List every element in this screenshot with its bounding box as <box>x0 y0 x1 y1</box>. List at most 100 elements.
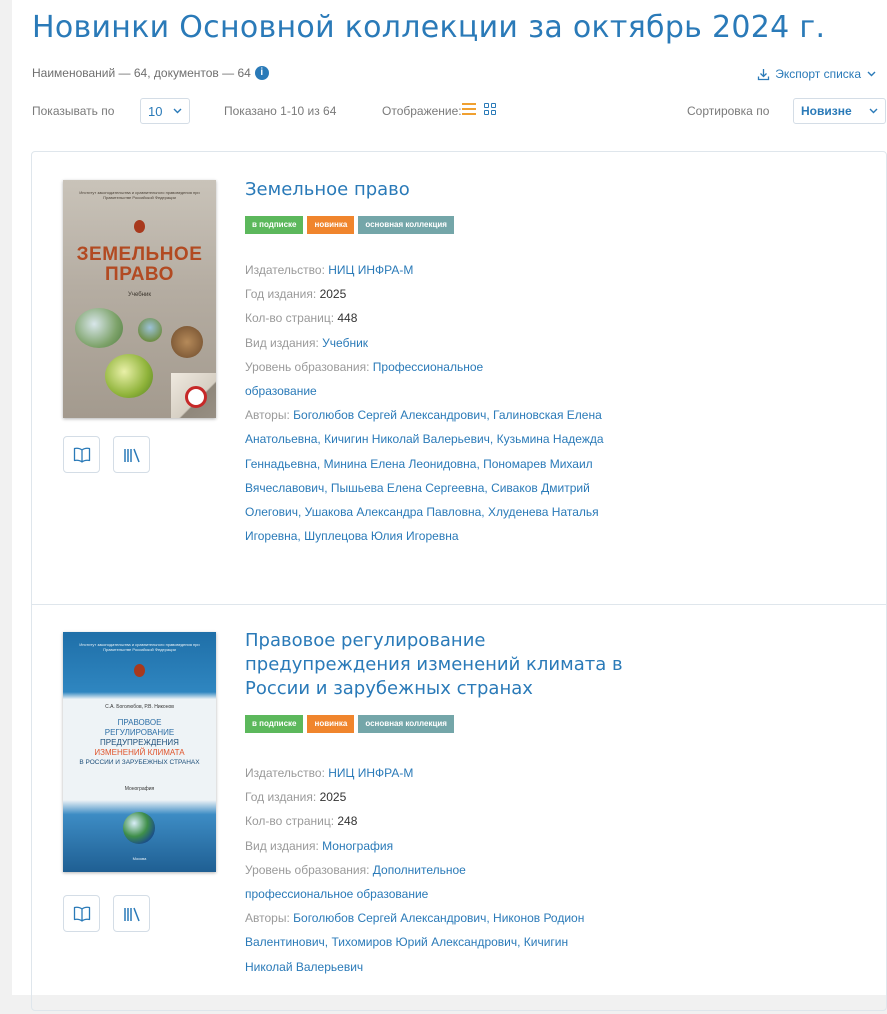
authors-links[interactable]: Боголюбов Сергей Александрович, Галиновс… <box>245 408 604 543</box>
authors-row: Авторы: Боголюбов Сергей Александрович, … <box>245 403 613 548</box>
sort-select[interactable]: Новизне <box>793 98 886 124</box>
read-book-button[interactable] <box>63 436 100 473</box>
cover-publisher: Институт законодательства и сравнительно… <box>79 190 200 200</box>
collection-badge: основная коллекция <box>358 216 454 234</box>
chevron-down-icon <box>869 108 878 114</box>
grid-view-icon[interactable] <box>484 103 498 117</box>
level-label: Уровень образования: <box>245 359 370 374</box>
type-label: Вид издания: <box>245 838 319 853</box>
new-badge: новинка <box>307 715 355 733</box>
publisher-link[interactable]: НИЦ ИНФРА-М <box>328 766 413 780</box>
cover-title-accent: ИЗМЕНЕНИЙ КЛИМАТА <box>94 748 185 757</box>
read-book-button[interactable] <box>63 895 100 932</box>
add-to-shelf-button[interactable] <box>113 436 150 473</box>
year-label: Год издания: <box>245 790 317 805</box>
year-value: 2025 <box>319 790 347 805</box>
pages-label: Кол-во страниц: <box>245 311 335 326</box>
publisher-label: Издательство: <box>245 263 325 277</box>
cover-publisher: Институт законодательства и сравнительно… <box>79 642 200 652</box>
display-mode-label: Отображение: <box>382 104 462 118</box>
level-label: Уровень образования: <box>245 862 370 877</box>
cover-photo-circle <box>171 326 203 358</box>
cover-title: ПРАВОВОЕ РЕГУЛИРОВАНИЕ ПРЕДУПРЕЖДЕНИЯ ИЗ… <box>63 718 216 768</box>
cover-title-line: В РОССИИ И ЗАРУБЕЖНЫХ СТРАНАХ <box>79 759 200 766</box>
open-book-icon <box>73 906 90 922</box>
emblem-icon <box>134 220 145 233</box>
authors-label: Авторы: <box>245 911 290 926</box>
publisher-link[interactable]: НИЦ ИНФРА-М <box>328 263 413 277</box>
pages-label: Кол-во страниц: <box>245 814 335 829</box>
cover-authors: С.А. Боголюбов, Р.В. Никонов <box>105 704 174 710</box>
open-book-icon <box>73 447 90 463</box>
publisher-row: Издательство: НИЦ ИНФРА-М <box>245 258 615 282</box>
pages-value: 448 <box>337 311 358 326</box>
stats-text: Наименований — 64, документов — 64 <box>32 66 251 80</box>
pages-value: 248 <box>337 814 358 829</box>
sort-label: Сортировка по <box>687 104 770 118</box>
authors-row: Авторы: Боголюбов Сергей Александрович, … <box>245 906 613 979</box>
sort-value: Новизне <box>801 104 852 118</box>
add-to-shelf-button[interactable] <box>113 895 150 932</box>
level-row: Уровень образования: Профессиональное об… <box>245 355 545 403</box>
download-icon <box>758 68 770 80</box>
export-list-button[interactable]: Экспорт списка <box>757 67 881 81</box>
type-link[interactable]: Учебник <box>322 336 368 350</box>
cover-city: Москва <box>132 856 147 861</box>
subscription-badge: в подписке <box>245 715 304 733</box>
book-cover[interactable]: Институт законодательства и сравнительно… <box>63 632 216 872</box>
cover-subtitle: Учебник <box>128 292 151 298</box>
cover-title-line: ПРАВОВОЕ <box>117 718 162 727</box>
publisher-label: Издательство: <box>245 766 325 780</box>
badge-row: в подписке новинка основная коллекция <box>245 715 454 733</box>
export-label: Экспорт списка <box>775 67 861 81</box>
type-label: Вид издания: <box>245 335 319 350</box>
cover-subtitle: Монография <box>124 786 155 792</box>
book-list: Институт законодательства и сравнительно… <box>31 151 887 1011</box>
cover-title-line2: ПРАВО <box>105 264 174 285</box>
year-row: Год издания: 2025 <box>245 282 615 306</box>
emblem-icon <box>134 664 145 677</box>
book-details: Издательство: НИЦ ИНФРА-М Год издания: 2… <box>245 761 615 979</box>
new-badge: новинка <box>307 216 355 234</box>
chevron-down-icon <box>173 108 182 114</box>
pages-row: Кол-во страниц: 448 <box>245 306 615 330</box>
list-view-icon[interactable] <box>462 103 476 117</box>
cover-photo-circle <box>75 308 123 348</box>
book-title-link[interactable]: Правовое регулирование предупреждения из… <box>245 629 625 701</box>
authors-links[interactable]: Боголюбов Сергей Александрович, Никонов … <box>245 911 584 973</box>
pages-row: Кол-во страниц: 248 <box>245 809 615 833</box>
type-link[interactable]: Монография <box>322 839 393 853</box>
per-page-value: 10 <box>148 103 163 119</box>
shown-range-text: Показано 1-10 из 64 <box>224 104 337 118</box>
cover-photo-circle <box>105 354 153 398</box>
year-row: Год издания: 2025 <box>245 785 615 809</box>
badge-row: в подписке новинка основная коллекция <box>245 216 454 234</box>
bookshelf-icon <box>123 907 140 921</box>
collection-badge: основная коллекция <box>358 715 454 733</box>
year-value: 2025 <box>319 287 347 302</box>
info-icon[interactable]: i <box>254 66 269 80</box>
catalog-page: Новинки Основной коллекции за октябрь 20… <box>12 0 887 1011</box>
year-label: Год издания: <box>245 287 317 302</box>
publisher-logo-icon <box>185 386 207 408</box>
cover-photo-circle <box>138 318 162 342</box>
page-title: Новинки Основной коллекции за октябрь 20… <box>32 10 826 45</box>
type-row: Вид издания: Монография <box>245 834 615 858</box>
per-page-select[interactable]: 10 <box>140 98 190 124</box>
type-row: Вид издания: Учебник <box>245 331 615 355</box>
authors-label: Авторы: <box>245 408 290 423</box>
book-card: Институт законодательства и сравнительно… <box>32 152 886 604</box>
bookshelf-icon <box>123 448 140 462</box>
chevron-down-icon <box>867 71 876 77</box>
publisher-row: Издательство: НИЦ ИНФРА-М <box>245 761 615 785</box>
globe-icon <box>123 812 155 844</box>
cover-title-line1: ЗЕМЕЛЬНОЕ <box>76 244 203 265</box>
collection-stats: Наименований — 64, документов — 64 i <box>32 66 269 80</box>
show-by-label: Показывать по <box>32 104 115 118</box>
book-title-link[interactable]: Земельное право <box>245 178 645 202</box>
book-card: Институт законодательства и сравнительно… <box>32 604 886 1014</box>
book-cover[interactable]: Институт законодательства и сравнительно… <box>63 180 216 418</box>
list-controls: Показывать по 10 Показано 1-10 из 64 Ото… <box>32 98 886 124</box>
cover-title-line: РЕГУЛИРОВАНИЕ <box>104 728 175 737</box>
cover-title-line: ПРЕДУПРЕЖДЕНИЯ <box>100 738 179 747</box>
